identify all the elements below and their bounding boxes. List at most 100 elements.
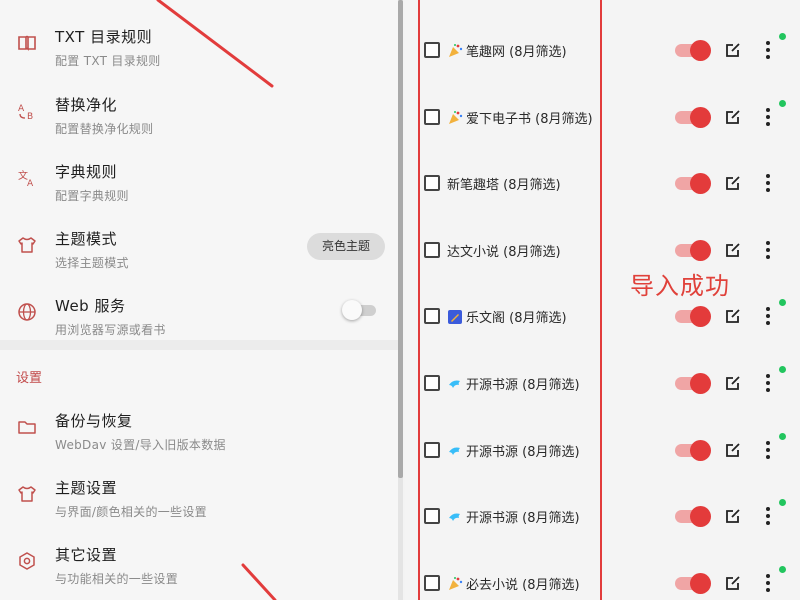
source-enabled-toggle[interactable] — [675, 106, 713, 128]
setting-backup-restore[interactable]: 备份与恢复 WebDav 设置/导入旧版本数据 — [0, 398, 398, 464]
pencil-emoji-icon — [447, 310, 466, 326]
source-name: 笔趣网 (8月筛选) — [466, 45, 567, 60]
section-divider — [0, 340, 398, 350]
left-scrollbar[interactable] — [398, 0, 403, 600]
edit-icon[interactable] — [723, 440, 743, 460]
setting-theme-settings[interactable]: 主题设置 与界面/颜色相关的一些设置 — [0, 465, 398, 531]
source-row[interactable]: 开源书源 (8月筛选) — [405, 408, 800, 474]
setting-subtitle: 选择主题模式 — [55, 256, 129, 270]
source-label: 新笔趣塔 (8月筛选) — [447, 174, 561, 193]
source-row[interactable]: 开源书源 (8月筛选) — [405, 474, 800, 540]
source-row[interactable]: 达文小说 (8月筛选) — [405, 208, 800, 274]
source-name: 必去小说 (8月筛选) — [466, 577, 580, 593]
source-checkbox[interactable] — [424, 175, 440, 192]
party-emoji-icon — [447, 44, 466, 60]
source-enabled-toggle[interactable] — [675, 572, 713, 594]
status-dot — [779, 499, 786, 507]
source-name: 开源书源 (8月筛选) — [466, 444, 580, 460]
source-row[interactable]: 笔趣网 (8月筛选) — [405, 8, 800, 74]
edit-icon[interactable] — [723, 240, 743, 260]
source-checkbox[interactable] — [424, 308, 440, 325]
svg-text:A: A — [18, 104, 25, 114]
toggle-thumb — [690, 373, 711, 394]
edit-icon[interactable] — [723, 506, 743, 526]
source-checkbox[interactable] — [424, 241, 440, 258]
edit-icon[interactable] — [723, 40, 743, 60]
more-vert-icon[interactable] — [761, 305, 775, 327]
setting-title: 其它设置 — [55, 546, 118, 564]
setting-dictionary-rules[interactable]: 文A 字典规则 配置字典规则 — [0, 149, 398, 215]
source-name: 开源书源 (8月筛选) — [466, 511, 580, 527]
source-row[interactable]: 开源书源 (8月筛选) — [405, 341, 800, 407]
scrollbar-thumb[interactable] — [398, 0, 403, 478]
setting-subtitle: 配置字典规则 — [55, 189, 129, 203]
more-vert-icon[interactable] — [761, 572, 775, 594]
edit-icon[interactable] — [723, 306, 743, 326]
setting-title: Web 服务 — [55, 297, 126, 315]
source-enabled-toggle[interactable] — [675, 506, 713, 528]
edit-icon[interactable] — [723, 373, 743, 393]
source-label: 开源书源 (8月筛选) — [447, 374, 580, 393]
section-header-settings: 设置 — [16, 371, 43, 386]
edit-icon[interactable] — [723, 173, 743, 193]
source-checkbox[interactable] — [424, 441, 440, 458]
source-checkbox[interactable] — [424, 42, 440, 58]
more-vert-icon[interactable] — [761, 372, 775, 394]
setting-title: 字典规则 — [55, 163, 118, 181]
toggle-thumb — [690, 239, 711, 261]
setting-subtitle: 用浏览器写源或看书 — [55, 323, 166, 337]
setting-replace-purify[interactable]: AB 替换净化 配置替换净化规则 — [0, 82, 398, 148]
theme-mode-chip[interactable]: 亮色主题 — [307, 233, 385, 260]
setting-theme-mode[interactable]: 主题模式 选择主题模式 亮色主题 — [0, 216, 398, 282]
source-row[interactable]: 必去小说 (8月筛选) — [405, 541, 800, 600]
party-emoji-icon — [447, 110, 466, 127]
source-enabled-toggle[interactable] — [675, 40, 713, 61]
source-label: 爱下电子书 (8月筛选) — [447, 108, 593, 127]
source-checkbox[interactable] — [424, 508, 440, 525]
status-dot — [779, 299, 786, 307]
source-enabled-toggle[interactable] — [675, 173, 713, 195]
toggle-thumb — [690, 306, 711, 328]
settings-icon — [16, 550, 38, 572]
more-vert-icon[interactable] — [761, 39, 775, 61]
edit-icon[interactable] — [723, 573, 743, 593]
setting-subtitle: 与功能相关的一些设置 — [55, 572, 179, 586]
source-row[interactable]: 爱下电子书 (8月筛选) — [405, 75, 800, 141]
web-service-switch[interactable] — [342, 300, 378, 320]
toggle-thumb — [690, 40, 711, 61]
source-enabled-toggle[interactable] — [675, 373, 713, 394]
status-dot — [779, 432, 786, 440]
setting-title: 替换净化 — [55, 96, 118, 114]
source-enabled-toggle[interactable] — [675, 439, 713, 461]
settings-panel: TXT 目录规则 配置 TXT 目录规则 AB 替换净化 配置替换净化规则 文A… — [0, 0, 400, 600]
status-dot — [779, 33, 786, 40]
more-vert-icon[interactable] — [761, 505, 775, 527]
setting-title: 备份与恢复 — [55, 412, 133, 430]
more-vert-icon[interactable] — [761, 239, 775, 261]
status-dot — [779, 99, 786, 107]
folder-icon — [16, 416, 38, 438]
source-checkbox[interactable] — [424, 574, 440, 591]
source-checkbox[interactable] — [424, 375, 440, 391]
source-enabled-toggle[interactable] — [675, 239, 713, 261]
party-emoji-icon — [447, 576, 466, 593]
status-dot — [779, 366, 786, 373]
source-label: 开源书源 (8月筛选) — [447, 507, 580, 526]
source-row[interactable]: 新笔趣塔 (8月筛选) — [405, 141, 800, 207]
setting-other-settings[interactable]: 其它设置 与功能相关的一些设置 — [0, 532, 398, 598]
dolphin-emoji-icon — [447, 445, 466, 460]
edit-icon[interactable] — [723, 107, 743, 127]
setting-title: 主题模式 — [55, 230, 118, 248]
source-row[interactable]: 乐文阁 (8月筛选) — [405, 274, 800, 340]
setting-txt-toc-rules[interactable]: TXT 目录规则 配置 TXT 目录规则 — [0, 14, 398, 80]
source-enabled-toggle[interactable] — [675, 306, 713, 328]
source-label: 笔趣网 (8月筛选) — [447, 41, 567, 60]
globe-icon — [16, 301, 38, 323]
source-label: 开源书源 (8月筛选) — [447, 441, 580, 460]
more-vert-icon[interactable] — [761, 439, 775, 461]
switch-thumb — [342, 300, 362, 320]
book-icon — [16, 32, 38, 54]
more-vert-icon[interactable] — [761, 106, 775, 128]
source-checkbox[interactable] — [424, 108, 440, 125]
more-vert-icon[interactable] — [761, 172, 775, 194]
